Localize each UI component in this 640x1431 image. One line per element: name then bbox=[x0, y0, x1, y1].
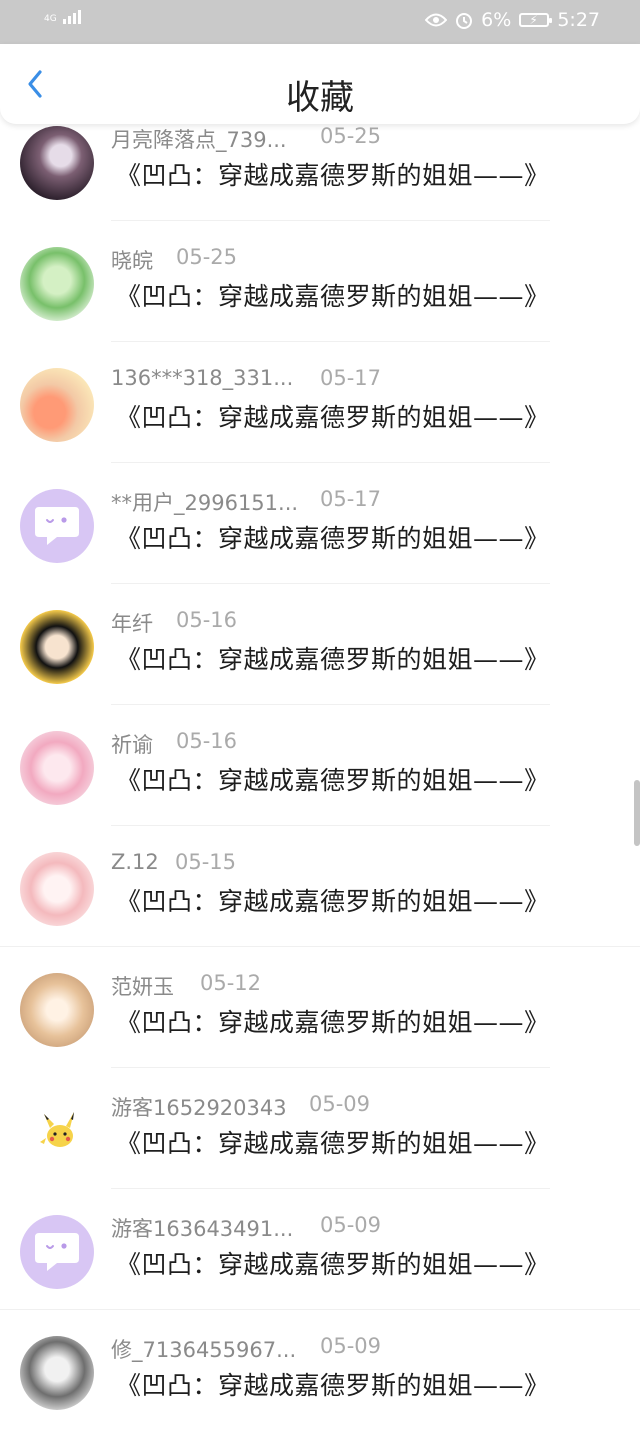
status-icons: 6% ⚡ 5:27 bbox=[425, 9, 600, 31]
list-item[interactable]: 祈谕 05-16 《凹凸：穿越成嘉德罗斯的姐姐——》 bbox=[0, 705, 640, 826]
post-title[interactable]: 《凹凸：穿越成嘉德罗斯的姐姐——》 bbox=[116, 882, 550, 918]
list-item[interactable]: 年纤 05-16 《凹凸：穿越成嘉德罗斯的姐姐——》 bbox=[0, 584, 640, 705]
post-title[interactable]: 《凹凸：穿越成嘉德罗斯的姐姐——》 bbox=[116, 640, 550, 676]
user-name: Z.12 bbox=[111, 850, 159, 874]
post-date: 05-09 bbox=[309, 1092, 371, 1116]
user-name: 祈谕 bbox=[111, 733, 153, 757]
post-title[interactable]: 《凹凸：穿越成嘉德罗斯的姐姐——》 bbox=[116, 277, 550, 313]
battery-percent: 6% bbox=[481, 9, 512, 31]
alarm-icon bbox=[455, 11, 473, 29]
battery-icon: ⚡ bbox=[519, 13, 553, 27]
post-date: 05-16 bbox=[176, 608, 238, 632]
pikachu-icon bbox=[40, 1112, 74, 1147]
post-date: 05-16 bbox=[176, 729, 238, 753]
favorites-list: 月亮降落点_739... 05-25 《凹凸：穿越成嘉德罗斯的姐姐——》 晓皖 … bbox=[0, 100, 640, 1431]
user-name: 136***318_331... bbox=[111, 366, 294, 390]
avatar[interactable] bbox=[20, 1094, 94, 1168]
avatar[interactable] bbox=[20, 126, 94, 200]
user-name: 月亮降落点_739... bbox=[111, 128, 287, 152]
signal-indicator: 4G bbox=[44, 10, 81, 24]
list-item[interactable]: 晓皖 05-25 《凹凸：穿越成嘉德罗斯的姐姐——》 bbox=[0, 221, 640, 342]
post-title[interactable]: 《凹凸：穿越成嘉德罗斯的姐姐——》 bbox=[116, 519, 550, 555]
list-item[interactable]: **用户_2996151... 05-17 《凹凸：穿越成嘉德罗斯的姐姐——》 bbox=[0, 463, 640, 584]
avatar[interactable] bbox=[20, 731, 94, 805]
post-title[interactable]: 《凹凸：穿越成嘉德罗斯的姐姐——》 bbox=[116, 761, 550, 797]
user-name: 晓皖 bbox=[111, 249, 153, 273]
avatar[interactable] bbox=[20, 852, 94, 926]
avatar[interactable] bbox=[20, 247, 94, 321]
signal-bar bbox=[62, 19, 66, 24]
avatar[interactable] bbox=[20, 973, 94, 1047]
default-avatar[interactable] bbox=[20, 489, 94, 563]
post-date: 05-09 bbox=[320, 1334, 382, 1358]
chat-bubble-icon bbox=[35, 507, 79, 545]
post-date: 05-17 bbox=[320, 487, 382, 511]
user-name: 范妍玉 bbox=[111, 975, 174, 999]
network-type: 4G bbox=[44, 14, 57, 24]
avatar[interactable] bbox=[20, 1336, 94, 1410]
list-item[interactable]: 136***318_331... 05-17 《凹凸：穿越成嘉德罗斯的姐姐——》 bbox=[0, 342, 640, 463]
post-date: 05-12 bbox=[200, 971, 262, 995]
post-date: 05-17 bbox=[320, 366, 382, 390]
post-title[interactable]: 《凹凸：穿越成嘉德罗斯的姐姐——》 bbox=[116, 156, 550, 192]
list-item[interactable]: 范妍玉 05-12 《凹凸：穿越成嘉德罗斯的姐姐——》 bbox=[0, 947, 640, 1068]
eye-icon bbox=[425, 13, 448, 27]
title-bar: 收藏 bbox=[0, 44, 640, 124]
status-bar: 4G 6% ⚡ 5:27 bbox=[0, 0, 640, 44]
user-name: 年纤 bbox=[111, 612, 153, 636]
post-date: 05-09 bbox=[320, 1213, 382, 1237]
list-item[interactable]: 游客1652920343 05-09 《凹凸：穿越成嘉德罗斯的姐姐——》 bbox=[0, 1068, 640, 1189]
post-date: 05-25 bbox=[176, 245, 238, 269]
post-title[interactable]: 《凹凸：穿越成嘉德罗斯的姐姐——》 bbox=[116, 398, 550, 434]
list-item[interactable]: 游客163643491... 05-09 《凹凸：穿越成嘉德罗斯的姐姐——》 bbox=[0, 1189, 640, 1310]
signal-bar bbox=[77, 10, 81, 24]
post-date: 05-15 bbox=[175, 850, 237, 874]
avatar[interactable] bbox=[20, 368, 94, 442]
post-title[interactable]: 《凹凸：穿越成嘉德罗斯的姐姐——》 bbox=[116, 1366, 550, 1402]
post-title[interactable]: 《凹凸：穿越成嘉德罗斯的姐姐——》 bbox=[116, 1245, 550, 1281]
post-date: 05-25 bbox=[320, 124, 382, 148]
clock: 5:27 bbox=[557, 9, 600, 31]
list-item[interactable]: 修_7136455967... 05-09 《凹凸：穿越成嘉德罗斯的姐姐——》 bbox=[0, 1310, 640, 1431]
default-avatar[interactable] bbox=[20, 1215, 94, 1289]
user-name: 游客163643491... bbox=[111, 1217, 294, 1241]
avatar[interactable] bbox=[20, 610, 94, 684]
page-title: 收藏 bbox=[286, 78, 354, 118]
list-item[interactable]: Z.12 05-15 《凹凸：穿越成嘉德罗斯的姐姐——》 bbox=[0, 826, 640, 947]
signal-bar bbox=[67, 16, 71, 24]
user-name: **用户_2996151... bbox=[111, 491, 299, 515]
user-name: 游客1652920343 bbox=[111, 1096, 287, 1120]
post-title[interactable]: 《凹凸：穿越成嘉德罗斯的姐姐——》 bbox=[116, 1124, 550, 1160]
user-name: 修_7136455967... bbox=[111, 1338, 297, 1362]
chat-bubble-icon bbox=[35, 1233, 79, 1271]
post-title[interactable]: 《凹凸：穿越成嘉德罗斯的姐姐——》 bbox=[116, 1003, 550, 1039]
signal-bar bbox=[72, 13, 76, 24]
scrollbar[interactable] bbox=[634, 780, 640, 846]
